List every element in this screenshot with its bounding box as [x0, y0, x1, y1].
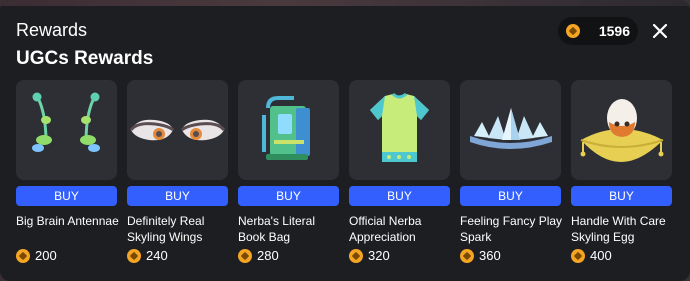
rewards-panel: Rewards UGCs Rewards 1596 BUY Big Brain …: [0, 0, 690, 281]
buy-button[interactable]: BUY: [460, 186, 561, 206]
reward-card: BUY Official Nerba Appreciation 320: [349, 80, 450, 270]
reward-card: BUY Feeling Fancy Play Spark 360: [460, 80, 563, 270]
price-value: 360: [479, 248, 501, 263]
currency-balance: 1596: [558, 17, 638, 45]
close-icon: [652, 23, 668, 39]
buy-button[interactable]: BUY: [571, 186, 672, 206]
reward-card: BUY Nerba's Literal Book Bag 280: [238, 80, 339, 270]
balance-amount: 1596: [598, 23, 630, 39]
reward-card: BUY Big Brain Antennae 200: [16, 80, 119, 270]
item-name: Official Nerba Appreciation: [349, 214, 422, 244]
item-thumbnail: [460, 80, 561, 180]
item-name: Handle With Care Skyling Egg: [571, 214, 666, 244]
egg-on-pillow-icon: [580, 99, 664, 162]
panel-title: Rewards: [16, 20, 88, 40]
robux-coin-icon: [16, 249, 30, 263]
reward-card: BUY Definitely Real Skyling Wings 240: [127, 80, 228, 270]
buy-button[interactable]: BUY: [127, 186, 228, 206]
robux-coin-icon: [571, 249, 585, 263]
buy-button[interactable]: BUY: [349, 186, 450, 206]
antennae-icon: [32, 92, 100, 152]
section-title: UGCs Rewards: [16, 48, 154, 69]
item-name: Nerba's Literal Book Bag: [238, 214, 315, 244]
robux-coin-icon: [127, 249, 141, 263]
book-bag-icon: [262, 96, 310, 160]
item-name: Feeling Fancy Play Spark: [460, 214, 563, 244]
robux-coin-icon: [349, 249, 363, 263]
wings-icon: [129, 119, 226, 141]
crown-icon: [470, 108, 552, 149]
item-name: Big Brain Antennae: [16, 214, 119, 228]
buy-button[interactable]: BUY: [16, 186, 117, 206]
item-thumbnail: [127, 80, 228, 180]
robux-coin-icon: [566, 24, 580, 38]
item-thumbnail: [571, 80, 672, 180]
item-name: Definitely Real Skyling Wings: [127, 214, 205, 244]
item-thumbnail: [349, 80, 450, 180]
item-thumbnail: [16, 80, 117, 180]
reward-card: BUY Handle With Care Skyling Egg 400: [571, 80, 672, 270]
close-button[interactable]: [649, 20, 671, 42]
item-thumbnail: [238, 80, 339, 180]
price-value: 400: [590, 248, 612, 263]
price-value: 280: [257, 248, 279, 263]
robux-coin-icon: [460, 249, 474, 263]
price-value: 240: [146, 248, 168, 263]
buy-button[interactable]: BUY: [238, 186, 339, 206]
shirt-icon: [370, 92, 429, 162]
price-value: 320: [368, 248, 390, 263]
robux-coin-icon: [238, 249, 252, 263]
price-value: 200: [35, 248, 57, 263]
